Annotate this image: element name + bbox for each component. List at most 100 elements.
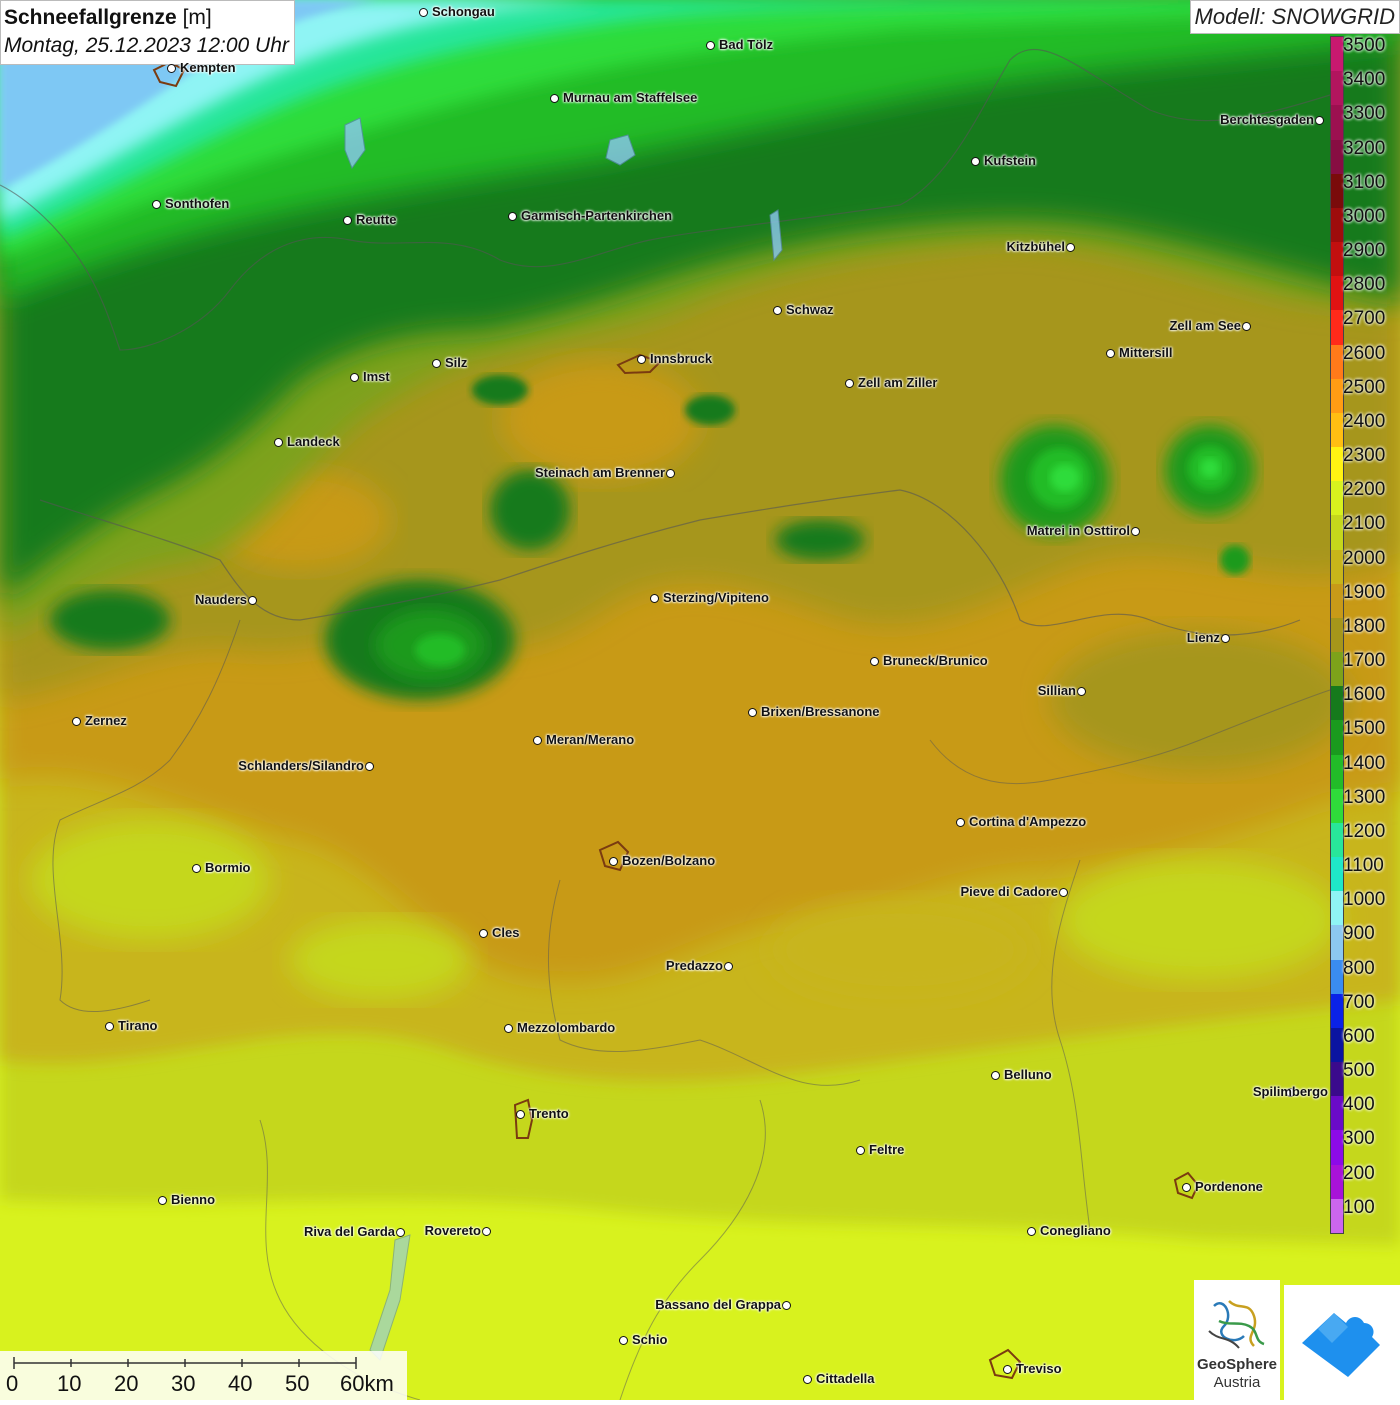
legend-label-1900: 1900 — [1343, 581, 1386, 603]
city-marker-bad-t-lz — [706, 41, 715, 50]
city-label-sillian: Sillian — [1037, 683, 1076, 698]
city-marker-feltre — [856, 1146, 865, 1155]
legend-label-2000: 2000 — [1343, 547, 1386, 569]
city-marker-garmisch-partenkirchen — [508, 212, 517, 221]
app-logo[interactable] — [1284, 1285, 1400, 1400]
legend-label-1500: 1500 — [1343, 718, 1386, 740]
legend-label-1700: 1700 — [1343, 650, 1386, 672]
legend-swatch-700 — [1331, 993, 1343, 1029]
legend-swatch-2300 — [1331, 447, 1343, 482]
city-label-sonthofen: Sonthofen — [165, 196, 230, 211]
scale-label-60km: 60km — [340, 1371, 394, 1396]
city-label-reutte: Reutte — [356, 212, 397, 227]
city-label-murnau-am-staffelsee: Murnau am Staffelsee — [563, 90, 698, 105]
city-label-kufstein: Kufstein — [984, 153, 1036, 168]
legend-label-3300: 3300 — [1343, 103, 1386, 125]
city-label-cles: Cles — [492, 925, 520, 940]
geosphere-austria-logo[interactable]: GeoSphere Austria — [1194, 1280, 1280, 1400]
city-label-tirano: Tirano — [118, 1018, 158, 1033]
legend-label-800: 800 — [1343, 957, 1375, 979]
legend-label-1600: 1600 — [1343, 684, 1386, 706]
legend-swatch-3000 — [1331, 207, 1343, 243]
city-label-silz: Silz — [445, 355, 468, 370]
legend-swatch-1100 — [1331, 857, 1343, 892]
legend-swatch-1500 — [1331, 720, 1343, 756]
city-marker-zernez — [72, 717, 81, 726]
legend-swatch-1700 — [1331, 652, 1343, 687]
city-label-kitzb-hel: Kitzbühel — [1006, 239, 1066, 254]
city-label-zell-am-ziller: Zell am Ziller — [858, 375, 938, 390]
legend-swatch-1400 — [1331, 754, 1343, 790]
city-label-zell-am-see: Zell am See — [1169, 318, 1241, 333]
legend-label-500: 500 — [1343, 1060, 1375, 1082]
city-label-trento: Trento — [529, 1106, 569, 1121]
legend-label-3400: 3400 — [1343, 69, 1386, 91]
geosphere-country: Austria — [1213, 1374, 1261, 1391]
city-label-conegliano: Conegliano — [1040, 1223, 1111, 1238]
legend-swatch-3300 — [1331, 105, 1343, 140]
city-marker-imst — [350, 373, 359, 382]
city-label-steinach-am-brenner: Steinach am Brenner — [534, 465, 665, 480]
map-title-box: Schneefallgrenze [m] Montag, 25.12.2023 … — [0, 0, 295, 65]
city-marker-treviso — [1003, 1365, 1012, 1374]
city-label-cittadella: Cittadella — [816, 1371, 875, 1386]
city-marker-rovereto — [482, 1227, 491, 1236]
city-marker-pordenone — [1182, 1183, 1191, 1192]
city-marker-sillian — [1077, 687, 1086, 696]
city-marker-silz — [432, 359, 441, 368]
legend-label-600: 600 — [1343, 1025, 1375, 1047]
scale-label-10: 10 — [57, 1371, 82, 1396]
scale-label-50: 50 — [285, 1371, 310, 1396]
legend-label-300: 300 — [1343, 1128, 1375, 1150]
legend-swatch-3100 — [1331, 173, 1343, 209]
city-marker-nauders — [248, 596, 257, 605]
city-marker-cittadella — [803, 1375, 812, 1384]
city-label-matrei-in-osttirol: Matrei in Osttirol — [1026, 523, 1130, 538]
city-marker-bormio — [192, 864, 201, 873]
city-label-predazzo: Predazzo — [665, 958, 723, 973]
legend-swatch-2100 — [1331, 515, 1343, 551]
city-marker-landeck — [274, 438, 283, 447]
color-legend-bar — [1330, 36, 1344, 1234]
legend-swatch-1300 — [1331, 788, 1343, 824]
city-marker-steinach-am-brenner — [666, 469, 675, 478]
city-marker-sonthofen — [152, 200, 161, 209]
city-label-bormio: Bormio — [205, 860, 251, 875]
city-label-zernez: Zernez — [85, 713, 127, 728]
legend-label-3500: 3500 — [1343, 35, 1386, 56]
city-label-schwaz: Schwaz — [786, 302, 834, 317]
legend-swatch-200 — [1331, 1164, 1343, 1200]
map-title-main: Schneefallgrenze — [4, 6, 177, 29]
city-marker-kitzb-hel — [1066, 243, 1075, 252]
city-marker-riva-del-garda — [396, 1228, 405, 1237]
city-marker-brixen-bressanone — [748, 708, 757, 717]
city-label-treviso: Treviso — [1016, 1361, 1062, 1376]
city-label-cortina-d-ampezzo: Cortina d'Ampezzo — [969, 814, 1087, 829]
city-marker-mezzolombardo — [504, 1024, 513, 1033]
map-datetime: Montag, 25.12.2023 12:00 Uhr — [4, 34, 289, 57]
legend-swatch-800 — [1331, 959, 1343, 995]
legend-swatch-300 — [1331, 1130, 1343, 1166]
legend-swatch-1200 — [1331, 822, 1343, 858]
legend-label-1000: 1000 — [1343, 889, 1386, 911]
legend-swatch-3500 — [1331, 37, 1343, 72]
city-marker-berchtesgaden — [1315, 116, 1324, 125]
city-marker-schwaz — [773, 306, 782, 315]
legend-swatch-3200 — [1331, 139, 1343, 175]
city-marker-trento — [516, 1110, 525, 1119]
city-label-riva-del-garda: Riva del Garda — [303, 1224, 395, 1239]
legend-swatch-3400 — [1331, 71, 1343, 106]
scale-label-0: 0 — [6, 1371, 19, 1396]
legend-swatch-900 — [1331, 925, 1343, 961]
legend-swatch-2400 — [1331, 412, 1343, 448]
city-label-schio: Schio — [632, 1332, 668, 1347]
map-title: Schneefallgrenze [m] — [4, 4, 289, 32]
legend-swatch-2000 — [1331, 549, 1343, 585]
city-marker-pieve-di-cadore — [1059, 888, 1068, 897]
legend-swatch-2500 — [1331, 378, 1343, 414]
city-label-belluno: Belluno — [1004, 1067, 1052, 1082]
city-label-bassano-del-grappa: Bassano del Grappa — [655, 1297, 781, 1312]
legend-label-1400: 1400 — [1343, 752, 1386, 774]
city-marker-conegliano — [1027, 1227, 1036, 1236]
model-label: Modell: SNOWGRID — [1189, 0, 1400, 34]
